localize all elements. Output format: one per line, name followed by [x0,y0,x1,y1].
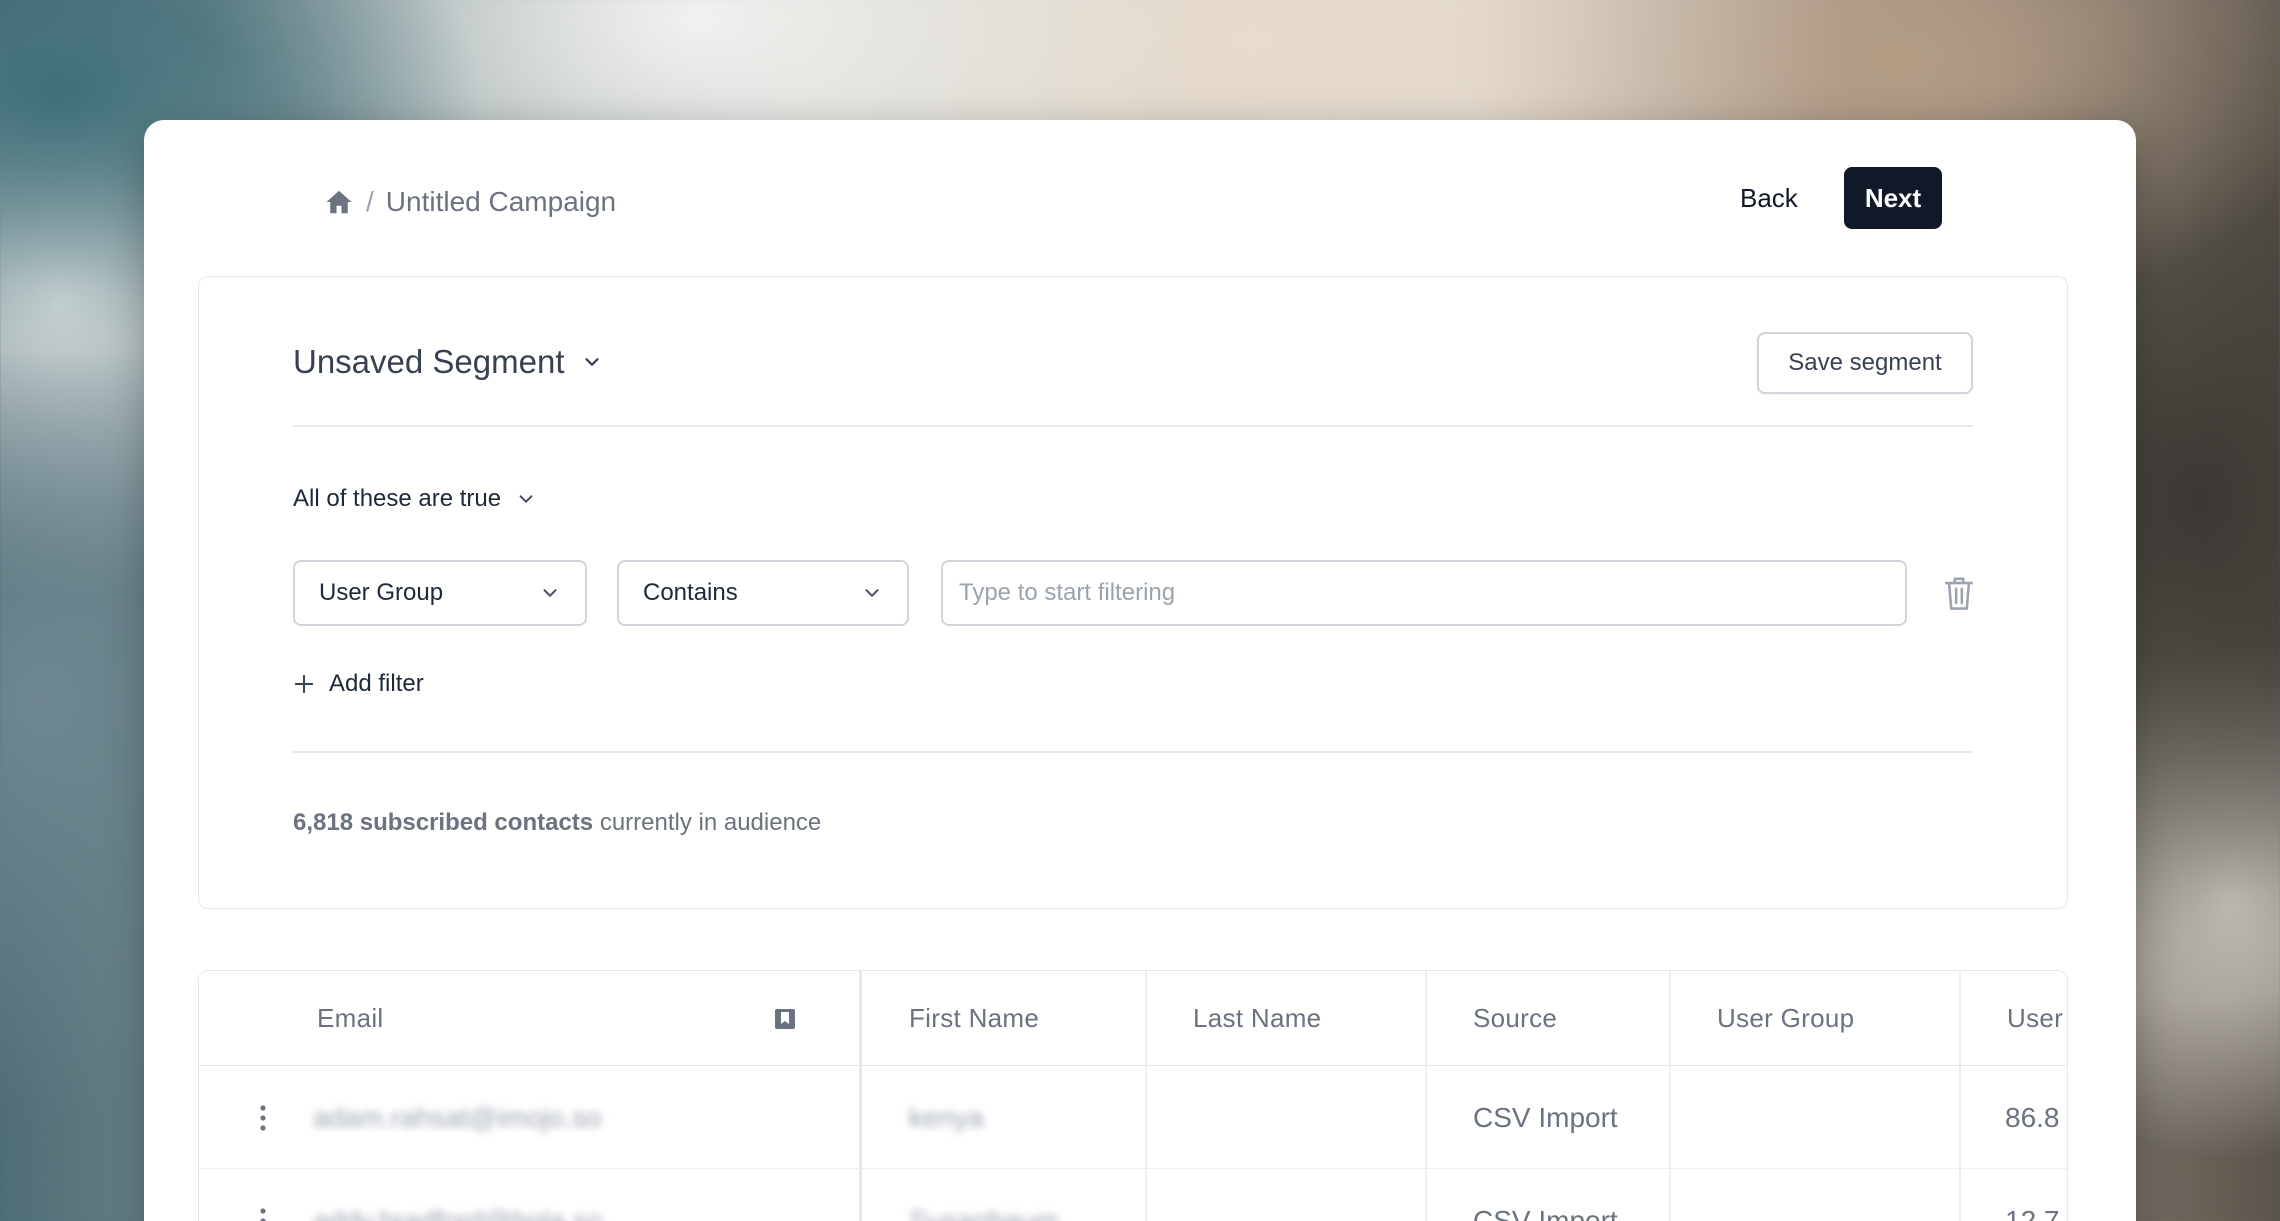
save-segment-button[interactable]: Save segment [1757,332,1973,394]
match-rule-dropdown[interactable]: All of these are true [293,485,537,513]
breadcrumb-campaign-title[interactable]: Untitled Campaign [386,186,616,218]
segment-builder-card: Unsaved Segment Save segment All of thes… [198,276,2068,909]
campaign-window: / Untitled Campaign Back Next Unsaved Se… [144,120,2136,1221]
home-icon[interactable] [324,187,354,217]
audience-suffix: currently in audience [599,809,822,836]
add-filter-button[interactable]: Add filter [293,670,424,698]
column-header-user-group[interactable]: User Group [1717,971,1854,1066]
segment-name: Unsaved Segment [293,343,565,380]
chevron-down-icon [543,589,557,597]
chevron-down-icon [519,495,533,503]
column-header-email[interactable]: Email [317,971,384,1066]
audience-summary: 6,818 subscribed contacts currently in a… [293,809,821,837]
filter-field-select[interactable]: User Group [293,560,587,626]
divider [293,751,1973,753]
breadcrumb: / Untitled Campaign [324,186,616,218]
column-header-user[interactable]: User [2007,971,2063,1066]
cell-first-name: kenya [909,1101,984,1133]
divider [293,425,1973,427]
cell-source: CSV Import [1473,1204,1618,1221]
cell-email: addy.bradford@bola.so [313,1204,603,1221]
column-header-last-name[interactable]: Last Name [1193,971,1321,1066]
filter-operator-select[interactable]: Contains [617,560,909,626]
chevron-down-icon [865,589,879,597]
cell-email: adam.rahsat@imojo.so [313,1101,602,1133]
chevron-down-icon [584,358,599,366]
column-header-source[interactable]: Source [1473,971,1557,1066]
breadcrumb-separator: / [366,186,374,217]
table-row[interactable]: adam.rahsat@imojo.so kenya CSV Import 86… [199,1066,2067,1169]
filter-field-value: User Group [319,579,444,606]
cell-user: 86.8 [2005,1101,2060,1133]
plus-icon [294,674,314,694]
add-filter-label: Add filter [329,670,424,697]
top-bar: / Untitled Campaign Back Next [144,120,2136,276]
audience-count: 6,818 subscribed contacts [293,809,594,836]
match-rule-label: All of these are true [293,485,502,512]
cell-first-name: Susanbaum [909,1204,1059,1221]
contacts-table: Email First Name Last Name Source User G… [198,970,2068,1221]
table-header: Email First Name Last Name Source User G… [199,971,2067,1066]
more-vertical-icon[interactable] [259,1207,267,1221]
column-header-first-name[interactable]: First Name [909,971,1039,1066]
trash-icon[interactable] [1942,574,1976,612]
next-button[interactable]: Next [1844,167,1942,229]
bookmark-icon[interactable] [773,1007,797,1031]
more-vertical-icon[interactable] [259,1104,267,1132]
filter-value-input[interactable] [941,560,1907,626]
cell-user: 12.7 [2005,1204,2060,1221]
back-button[interactable]: Back [1714,167,1824,229]
segment-selector[interactable]: Unsaved Segment [293,343,603,381]
filter-operator-value: Contains [643,579,738,606]
cell-source: CSV Import [1473,1101,1618,1133]
table-row[interactable]: addy.bradford@bola.so Susanbaum CSV Impo… [199,1169,2067,1221]
